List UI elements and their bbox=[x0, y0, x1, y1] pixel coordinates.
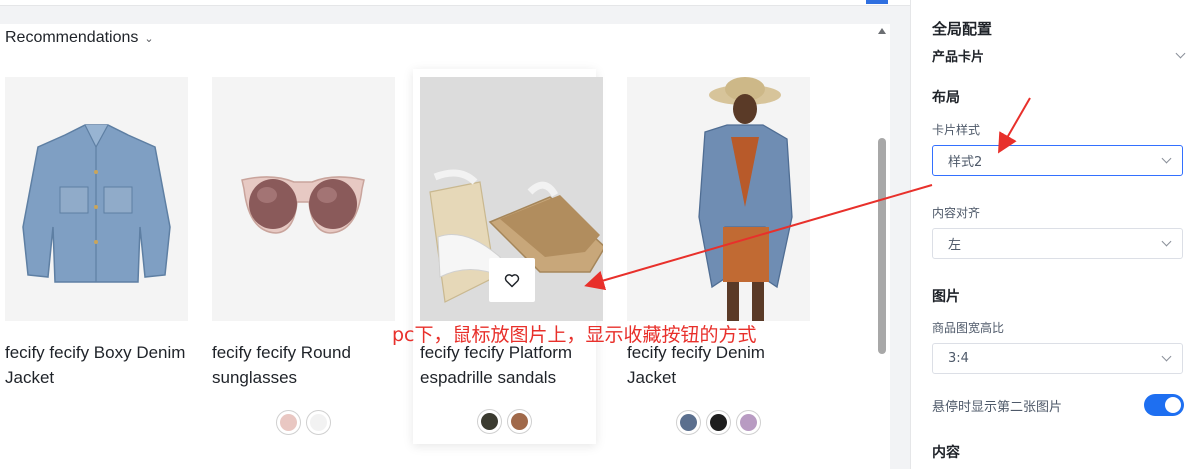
model-denim-jacket-image bbox=[698, 77, 793, 321]
card-style-select[interactable]: 样式2 bbox=[932, 145, 1183, 176]
favorite-button[interactable] bbox=[489, 258, 535, 302]
scroll-thumb[interactable] bbox=[878, 138, 886, 354]
align-value: 左 bbox=[948, 238, 962, 253]
product-name[interactable]: fecify fecify Platform espadrille sandal… bbox=[420, 340, 610, 390]
annotation-text: pc下，鼠标放图片上，显示收藏按钮的方式 bbox=[392, 324, 757, 346]
color-swatch[interactable] bbox=[736, 410, 761, 435]
recommendations-header[interactable]: Recommendations ⌄ bbox=[5, 26, 154, 50]
product-card-hovered[interactable]: fecify fecify Platform espadrille sandal… bbox=[413, 69, 603, 444]
ratio-label: 商品图宽高比 bbox=[932, 321, 1005, 335]
layout-heading: 布局 bbox=[932, 90, 960, 106]
chevron-down-icon bbox=[1161, 236, 1172, 247]
vertical-scrollbar[interactable] bbox=[874, 24, 890, 469]
product-image[interactable] bbox=[5, 77, 188, 321]
align-label: 内容对齐 bbox=[932, 206, 981, 220]
hover-second-image-toggle[interactable] bbox=[1144, 394, 1184, 416]
color-swatch[interactable] bbox=[276, 410, 301, 435]
swatch-color bbox=[481, 413, 498, 430]
color-swatch[interactable] bbox=[477, 409, 502, 434]
active-tab-indicator bbox=[866, 0, 888, 4]
chevron-down-icon bbox=[1161, 351, 1172, 362]
align-select[interactable]: 左 bbox=[932, 228, 1183, 259]
toggle-knob bbox=[1165, 397, 1181, 413]
scroll-up-arrow-icon[interactable] bbox=[878, 28, 886, 34]
product-card[interactable]: fecify fecify Round sunglasses bbox=[212, 77, 395, 435]
heart-icon bbox=[504, 273, 520, 287]
recommendations-title: Recommendations bbox=[5, 29, 139, 46]
card-style-label: 卡片样式 bbox=[932, 123, 981, 137]
swatch-color bbox=[280, 414, 297, 431]
card-style-value: 样式2 bbox=[948, 155, 983, 170]
chevron-down-icon bbox=[1175, 48, 1186, 59]
product-image[interactable] bbox=[212, 77, 395, 321]
product-image[interactable] bbox=[627, 77, 810, 321]
chevron-down-icon bbox=[1161, 153, 1172, 164]
product-name[interactable]: fecify fecify Boxy Denim Jacket bbox=[5, 340, 195, 390]
chevron-down-icon: ⌄ bbox=[144, 31, 154, 45]
swatch-color bbox=[310, 414, 327, 431]
settings-panel: 全局配置 产品卡片 布局 卡片样式 样式2 内容对齐 左 图片 商品图宽高比 3… bbox=[910, 0, 1195, 469]
top-bar bbox=[0, 0, 910, 6]
preview-canvas: Recommendations ⌄ fecify fecify Boxy Den… bbox=[0, 24, 890, 469]
product-card[interactable]: fecify fecify Boxy Denim Jacket bbox=[5, 77, 188, 390]
swatch-color bbox=[680, 414, 697, 431]
color-swatches bbox=[212, 410, 395, 435]
color-swatch[interactable] bbox=[676, 410, 701, 435]
sunglasses-image bbox=[241, 176, 365, 234]
color-swatches bbox=[627, 410, 810, 435]
section-label: 产品卡片 bbox=[932, 50, 985, 65]
swatch-color bbox=[740, 414, 757, 431]
image-heading: 图片 bbox=[932, 289, 960, 305]
product-name[interactable]: fecify fecify Round sunglasses bbox=[212, 340, 402, 390]
color-swatch[interactable] bbox=[306, 410, 331, 435]
color-swatches bbox=[413, 409, 596, 434]
hover-second-image-row: 悬停时显示第二张图片 bbox=[932, 394, 1184, 416]
section-toggle-product-card[interactable]: 产品卡片 bbox=[932, 46, 1186, 65]
swatch-color bbox=[511, 413, 528, 430]
product-image[interactable] bbox=[420, 77, 603, 321]
ratio-select[interactable]: 3:4 bbox=[932, 343, 1183, 374]
product-card[interactable]: fecify fecify Denim Jacket bbox=[627, 77, 810, 435]
content-heading: 内容 bbox=[932, 445, 960, 461]
panel-title: 全局配置 bbox=[932, 20, 993, 38]
ratio-value: 3:4 bbox=[948, 351, 969, 366]
color-swatch[interactable] bbox=[706, 410, 731, 435]
denim-jacket-image bbox=[22, 124, 171, 283]
color-swatch[interactable] bbox=[507, 409, 532, 434]
product-name[interactable]: fecify fecify Denim Jacket bbox=[627, 340, 817, 390]
swatch-color bbox=[710, 414, 727, 431]
hover-second-image-label: 悬停时显示第二张图片 bbox=[932, 399, 1063, 415]
